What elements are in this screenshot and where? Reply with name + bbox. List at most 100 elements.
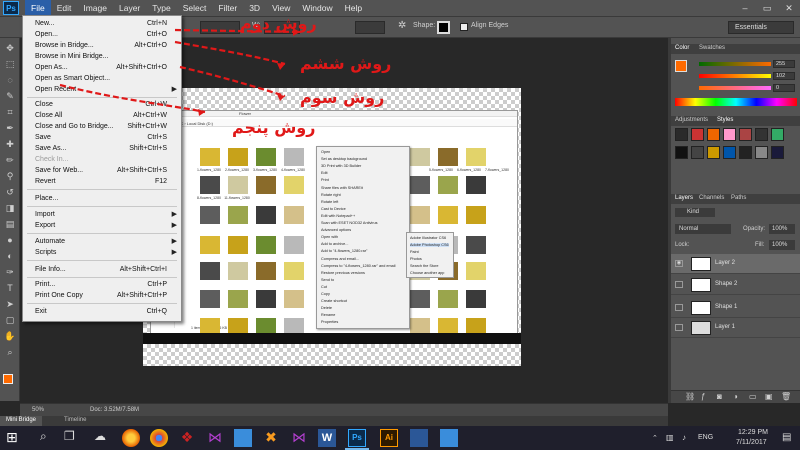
image-thumbnail[interactable] xyxy=(466,290,486,308)
style-swatch[interactable] xyxy=(691,128,704,141)
crop-tool-icon[interactable]: ⌗ xyxy=(4,106,16,118)
menu-image[interactable]: Image xyxy=(77,0,113,16)
file-menu-item[interactable]: Close All Alt+Ctrl+W xyxy=(23,111,181,122)
file-menu-item[interactable]: Import ▶ xyxy=(23,210,181,221)
file-menu-item[interactable]: Save As... Shift+Ctrl+S xyxy=(23,144,181,155)
align-edges-checkbox[interactable] xyxy=(460,23,468,31)
healing-tool-icon[interactable]: ✚ xyxy=(4,138,16,150)
style-swatch[interactable] xyxy=(739,128,752,141)
file-menu-item[interactable]: Save Ctrl+S xyxy=(23,133,181,144)
pdf-icon[interactable]: ❖ xyxy=(178,429,196,447)
context-menu-item[interactable]: Print xyxy=(321,178,329,182)
context-menu-item[interactable]: Restore previous versions xyxy=(321,271,365,275)
file-menu-item[interactable]: New... Ctrl+N xyxy=(23,19,181,30)
link-layers-icon[interactable]: ⛓ xyxy=(685,392,695,401)
eye-icon[interactable] xyxy=(675,324,683,331)
image-thumbnail[interactable] xyxy=(438,148,458,166)
menu-file[interactable]: File xyxy=(25,0,51,16)
word-icon[interactable]: W xyxy=(318,429,336,447)
layer-row[interactable]: Shape 1 xyxy=(671,298,800,318)
style-swatch[interactable] xyxy=(771,146,784,159)
tab-swatches[interactable]: Swatches xyxy=(699,45,725,51)
fill-input[interactable]: 100% xyxy=(769,240,795,250)
image-thumbnail[interactable] xyxy=(466,206,486,224)
style-swatch[interactable] xyxy=(707,146,720,159)
file-menu-item[interactable]: Close Ctrl+W xyxy=(23,100,181,111)
context-menu-item[interactable]: Create shortcut xyxy=(321,299,347,303)
blue-slider[interactable] xyxy=(699,86,771,90)
notifications-icon[interactable]: ▤ xyxy=(782,432,791,443)
menu-help[interactable]: Help xyxy=(339,0,368,16)
open-with-item[interactable]: Adobe Illustrator CS6 xyxy=(410,236,446,240)
context-menu-item[interactable]: Edit with Notepad++ xyxy=(321,214,355,218)
context-menu-item[interactable]: Send to xyxy=(321,278,334,282)
tray-chevron-icon[interactable]: ⌃ xyxy=(652,434,658,442)
image-thumbnail[interactable] xyxy=(228,290,248,308)
context-menu-item[interactable]: Properties xyxy=(321,320,338,324)
hand-tool-icon[interactable]: ✋ xyxy=(4,330,16,342)
context-menu-item[interactable]: Advanced options xyxy=(321,228,351,232)
red-slider[interactable] xyxy=(699,62,771,66)
image-thumbnail[interactable] xyxy=(466,236,486,254)
image-thumbnail[interactable] xyxy=(256,148,276,166)
foreground-color-swatch[interactable] xyxy=(3,374,13,384)
doc-info[interactable]: Doc: 3.52M/7.58M xyxy=(90,407,139,413)
file-menu-item[interactable]: Automate ▶ xyxy=(23,237,181,248)
tab-paths[interactable]: Paths xyxy=(731,195,746,201)
image-thumbnail[interactable] xyxy=(466,262,486,280)
color-foreground-swatch[interactable] xyxy=(675,60,687,72)
marquee-tool-icon[interactable]: ⬚ xyxy=(4,58,16,70)
style-swatch[interactable] xyxy=(723,128,736,141)
file-menu-item[interactable]: Revert F12 xyxy=(23,177,181,188)
context-menu-item[interactable]: Rename xyxy=(321,313,335,317)
fx-icon[interactable]: ƒ xyxy=(701,392,705,401)
style-swatch[interactable] xyxy=(675,128,688,141)
brush-tool-icon[interactable]: ✏ xyxy=(4,154,16,166)
opacity-input[interactable]: 100% xyxy=(769,224,795,234)
context-menu-item[interactable]: Rotate left xyxy=(321,200,338,204)
shape-tool-icon[interactable]: ▢ xyxy=(4,314,16,326)
trash-icon[interactable]: 🗑 xyxy=(781,392,791,401)
shape-swatch[interactable] xyxy=(437,21,450,34)
menu-filter[interactable]: Filter xyxy=(212,0,243,16)
layer-filter-dropdown[interactable]: Kind xyxy=(675,208,715,217)
input-language[interactable]: ENG xyxy=(698,434,713,441)
close-icon[interactable]: ✕ xyxy=(778,0,800,16)
lasso-tool-icon[interactable]: ◌ xyxy=(4,74,16,86)
tab-mini-bridge[interactable]: Mini Bridge xyxy=(0,416,43,426)
style-swatch[interactable] xyxy=(739,146,752,159)
layer-row[interactable]: ◉ Layer 2 xyxy=(671,254,800,274)
context-menu-item[interactable]: Edit xyxy=(321,171,328,175)
eraser-tool-icon[interactable]: ◨ xyxy=(4,202,16,214)
image-thumbnail[interactable] xyxy=(228,236,248,254)
start-icon[interactable]: ⊞ xyxy=(6,429,24,447)
file-menu-item[interactable]: Save for Web... Alt+Shift+Ctrl+S xyxy=(23,166,181,177)
image-thumbnail[interactable] xyxy=(256,176,276,194)
menu-layer[interactable]: Layer xyxy=(113,0,146,16)
path-ops-dropdown[interactable] xyxy=(355,21,385,34)
image-thumbnail[interactable] xyxy=(256,262,276,280)
app-icon-2[interactable] xyxy=(410,429,428,447)
search-icon[interactable]: ⌕ xyxy=(40,429,58,447)
file-menu-item[interactable]: Place... xyxy=(23,194,181,205)
image-thumbnail[interactable] xyxy=(410,206,430,224)
tab-timeline[interactable]: Timeline xyxy=(64,417,86,423)
onedrive-icon[interactable]: ☁ xyxy=(94,429,112,447)
image-thumbnail[interactable] xyxy=(228,206,248,224)
image-thumbnail[interactable] xyxy=(466,176,486,194)
file-menu-item[interactable]: Open... Ctrl+O xyxy=(23,30,181,41)
context-menu-item[interactable]: Scan with ESET NOD32 Antivirus xyxy=(321,221,377,225)
clock-time[interactable]: 12:29 PM xyxy=(738,429,768,436)
folder-icon[interactable]: ▭ xyxy=(749,392,757,401)
open-with-item[interactable]: Search the Store xyxy=(410,264,439,268)
chrome-icon[interactable] xyxy=(150,429,168,447)
green-value[interactable]: 102 xyxy=(773,72,795,80)
image-thumbnail[interactable] xyxy=(284,206,304,224)
file-menu-item[interactable]: Exit Ctrl+Q xyxy=(23,307,181,318)
task-view-icon[interactable]: ❐ xyxy=(64,429,82,447)
firefox-icon[interactable] xyxy=(122,429,140,447)
style-swatch[interactable] xyxy=(707,128,720,141)
context-menu-item[interactable]: Share files with SHAREit xyxy=(321,186,363,190)
style-swatch[interactable] xyxy=(691,146,704,159)
image-thumbnail[interactable] xyxy=(256,236,276,254)
